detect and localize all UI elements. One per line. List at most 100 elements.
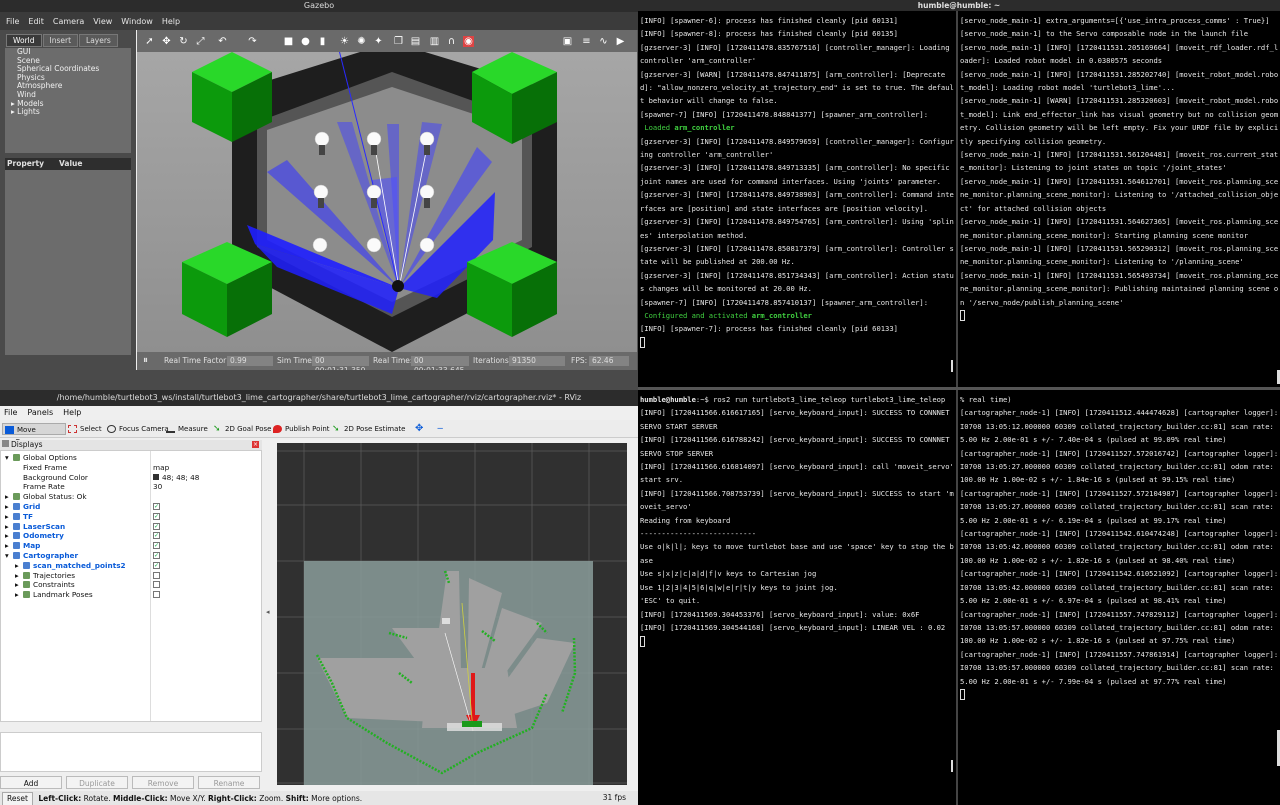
scrollbar-pane-1[interactable]	[951, 360, 953, 372]
menu-file[interactable]: File	[6, 17, 19, 26]
display-row[interactable]: ▸ Grid ✓	[1, 502, 261, 512]
video-icon[interactable]: ▶	[615, 36, 626, 47]
goal-pose-tool[interactable]: ➘ 2D Goal Pose	[213, 423, 271, 435]
pane-divider-vertical[interactable]	[956, 11, 958, 805]
expand-arrow-icon[interactable]: ▸	[5, 512, 13, 522]
expand-arrow-icon[interactable]: ▸	[5, 541, 13, 551]
expand-arrow-icon[interactable]: ▸	[5, 522, 13, 532]
display-row-value[interactable]: 30	[153, 482, 162, 492]
move-camera-tool[interactable]: Move Camera	[2, 423, 66, 446]
display-row[interactable]: Fixed Frame map	[1, 463, 261, 473]
display-row[interactable]: ▸ TF ✓	[1, 512, 261, 522]
menu-camera[interactable]: Camera	[53, 17, 84, 26]
terminal-pane-3[interactable]: humble@humble:~$ ros2 run turtlebot3_lim…	[640, 391, 954, 805]
focus-camera-tool[interactable]: Focus Camera	[107, 423, 169, 435]
scale-icon[interactable]: ⤢	[195, 36, 206, 47]
menu-view[interactable]: View	[93, 17, 112, 26]
pose-estimate-tool[interactable]: ➘ 2D Pose Estimate	[332, 423, 405, 435]
display-row-value[interactable]: 48; 48; 48	[153, 473, 199, 483]
display-checkbox[interactable]: ✓	[153, 522, 160, 530]
display-checkbox[interactable]: ✓	[153, 532, 160, 540]
menu-help[interactable]: Help	[162, 17, 180, 26]
measure-tool[interactable]: Measure	[166, 423, 208, 435]
expand-arrow-icon[interactable]: ▾	[5, 453, 13, 463]
splitter-handle-icon[interactable]: ◂	[266, 440, 274, 785]
reset-button[interactable]: Reset	[2, 792, 33, 805]
undo-icon[interactable]: ↶	[217, 36, 228, 47]
expand-arrow-icon[interactable]: ▸	[5, 502, 13, 512]
display-checkbox[interactable]	[153, 591, 160, 599]
select-tool[interactable]: Select	[68, 423, 102, 435]
cylinder-shape-icon[interactable]: ▮	[317, 36, 328, 47]
display-checkbox[interactable]	[153, 571, 160, 579]
translate-icon[interactable]: ✥	[161, 36, 172, 47]
remove-tool-minus-icon[interactable]: ‒	[425, 423, 443, 435]
display-checkbox[interactable]: ✓	[153, 552, 160, 559]
box-shape-icon[interactable]: ■	[283, 36, 294, 47]
record-icon[interactable]: ◉	[463, 36, 474, 47]
close-panel-icon[interactable]: ×	[252, 441, 259, 448]
sun-light-icon[interactable]: ☀	[339, 36, 350, 47]
expand-arrow-icon[interactable]: ▸	[15, 590, 23, 600]
align-icon[interactable]: ▥	[429, 36, 440, 47]
display-checkbox[interactable]: ✓	[153, 503, 160, 510]
terminal-pane-1[interactable]: [INFO] [spawner-6]: process has finished…	[640, 11, 954, 386]
expand-arrow-icon[interactable]: ▸	[15, 571, 23, 581]
terminal-pane-2[interactable]: [servo_node_main-1] extra_arguments=[{'u…	[960, 11, 1280, 386]
terminal-pane-4[interactable]: % real time) [cartographer_node-1] [INFO]…	[960, 391, 1280, 805]
menu-edit[interactable]: Edit	[28, 17, 44, 26]
rename-button[interactable]: Rename	[198, 776, 260, 789]
menu-help[interactable]: Help	[63, 406, 81, 420]
sphere-shape-icon[interactable]: ●	[300, 36, 311, 47]
tab-layers[interactable]: Layers	[79, 34, 118, 47]
display-row[interactable]: ▸ Map ✓	[1, 541, 261, 551]
point-light-icon[interactable]: ✺	[356, 36, 367, 47]
tab-insert[interactable]: Insert	[42, 34, 79, 47]
display-row[interactable]: ▸ Constraints	[1, 580, 261, 590]
pane-divider-horizontal[interactable]	[638, 387, 1280, 390]
spot-light-icon[interactable]: ✦	[373, 36, 384, 47]
display-row[interactable]: ▸ LaserScan ✓	[1, 522, 261, 532]
scrollbar-pane-3[interactable]	[951, 760, 953, 772]
display-row-value[interactable]: map	[153, 463, 169, 473]
menu-window[interactable]: Window	[121, 17, 153, 26]
gazebo-3d-scene[interactable]	[137, 52, 637, 352]
paste-icon[interactable]: ▤	[410, 36, 421, 47]
display-row[interactable]: ▸ scan_matched_points2 ✓	[1, 561, 261, 571]
menu-panels[interactable]: Panels	[27, 406, 53, 420]
display-row[interactable]: ▾ Global Options	[1, 453, 261, 463]
menu-file[interactable]: File	[4, 406, 17, 420]
remove-button[interactable]: Remove	[132, 776, 194, 789]
redo-icon[interactable]: ↷	[247, 36, 258, 47]
expand-arrow-icon[interactable]: ▸	[15, 580, 23, 590]
screenshot-icon[interactable]: ▣	[562, 36, 573, 47]
expand-arrow-icon[interactable]: ▸	[15, 561, 23, 571]
rviz-3d-view[interactable]	[277, 443, 627, 785]
add-button[interactable]: Add	[0, 776, 62, 789]
display-checkbox[interactable]	[153, 581, 160, 589]
display-row[interactable]: ▸ Trajectories	[1, 571, 261, 581]
snap-icon[interactable]: ∩	[446, 36, 457, 47]
expand-arrow-icon[interactable]: ▾	[5, 551, 13, 561]
publish-point-tool[interactable]: Publish Point	[273, 423, 330, 435]
display-checkbox[interactable]: ✓	[153, 561, 160, 569]
select-arrow-icon[interactable]: ➚	[144, 36, 155, 47]
pause-icon[interactable]: ⏸	[143, 352, 148, 370]
display-row[interactable]: ▸ Landmark Poses	[1, 590, 261, 600]
tree-item-lights[interactable]: ▸ Lights	[5, 107, 131, 117]
display-row[interactable]: ▾ Cartographer ✓	[1, 551, 261, 561]
display-row[interactable]: ▸ Odometry ✓	[1, 531, 261, 541]
expand-arrow-icon[interactable]: ▸	[5, 492, 13, 502]
display-checkbox[interactable]: ✓	[153, 512, 160, 520]
plot-icon[interactable]: ∿	[598, 36, 609, 47]
rotate-icon[interactable]: ↻	[178, 36, 189, 47]
display-row[interactable]: Background Color 48; 48; 48	[1, 473, 261, 483]
duplicate-button[interactable]: Duplicate	[66, 776, 128, 789]
display-checkbox[interactable]: ✓	[153, 542, 160, 550]
tab-world[interactable]: World	[6, 34, 42, 47]
display-row[interactable]: ▸ Global Status: Ok	[1, 492, 261, 502]
copy-icon[interactable]: ❐	[393, 36, 404, 47]
add-tool-plus-icon[interactable]: ✥	[403, 423, 423, 435]
log-icon[interactable]: ≡	[581, 36, 592, 47]
display-row[interactable]: Frame Rate 30	[1, 482, 261, 492]
